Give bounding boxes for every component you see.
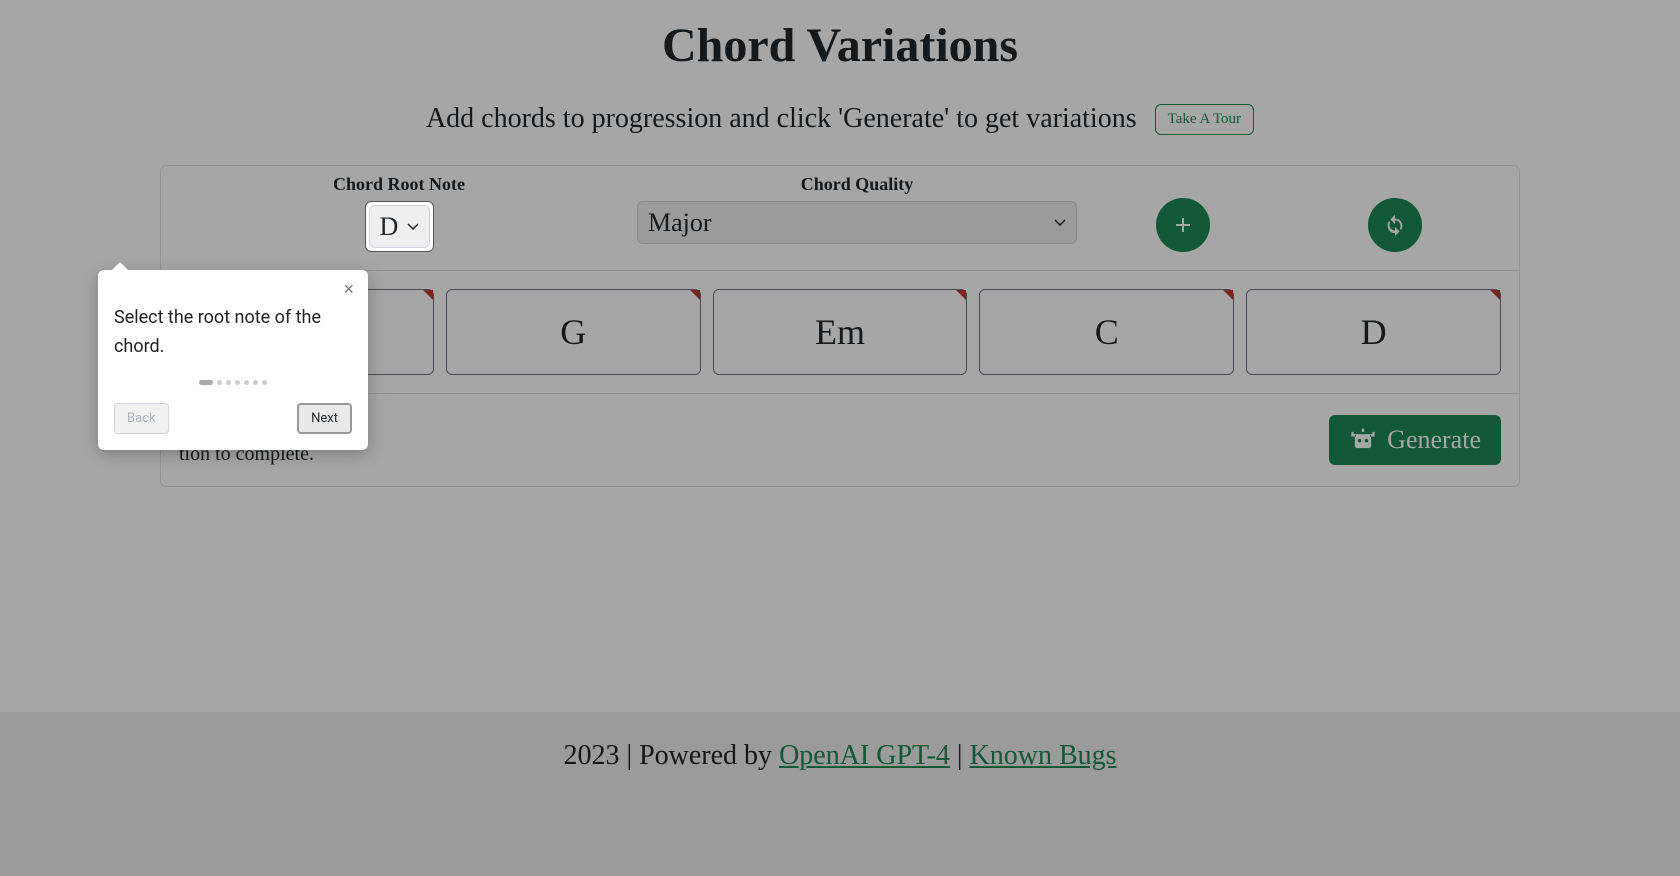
tour-progress-dots [114,380,352,385]
tour-step-dot [199,380,213,385]
tour-step-dot [262,380,267,385]
tour-step-dot [235,380,240,385]
tour-body-text: Select the root note of the chord. [114,304,352,362]
root-note-highlight: D [365,201,434,252]
tour-step-dot [226,380,231,385]
tour-step-dot [217,380,222,385]
tour-step-dot [244,380,249,385]
tour-popover: × Select the root note of the chord. Bac… [98,270,368,450]
tour-step-dot [253,380,258,385]
tour-back-button[interactable]: Back [114,403,169,434]
close-icon: × [343,279,354,299]
tour-next-button[interactable]: Next [297,403,352,434]
root-note-select[interactable]: D [369,205,430,248]
tour-close-button[interactable]: × [343,280,354,298]
